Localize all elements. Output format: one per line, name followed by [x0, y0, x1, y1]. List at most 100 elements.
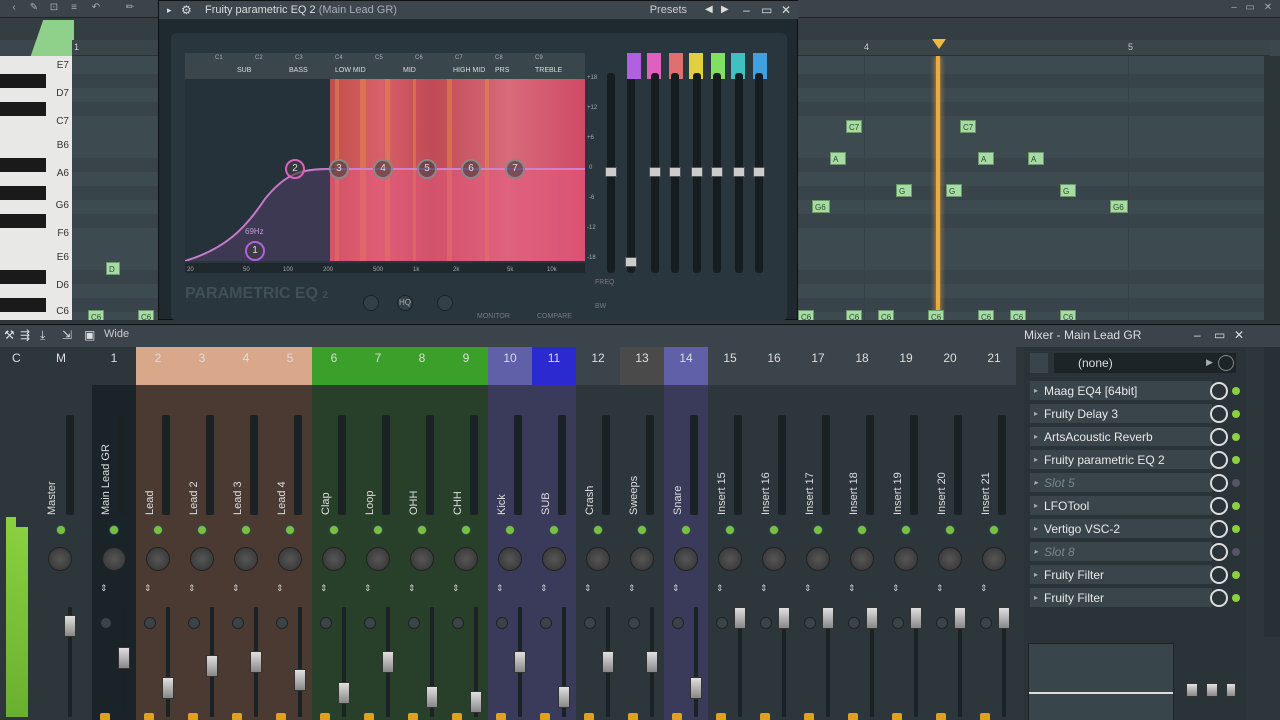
pan-knob[interactable]: [278, 547, 302, 571]
mix-knob[interactable]: [1210, 428, 1228, 446]
strip-header[interactable]: 2: [136, 347, 180, 385]
enable-led[interactable]: [549, 525, 559, 535]
pan-knob[interactable]: [718, 547, 742, 571]
small-knob[interactable]: [804, 617, 816, 629]
vertical-scrollbar[interactable]: [1264, 56, 1280, 320]
mixer-titlebar[interactable]: ⚒ ⇶ ⤓ ⇲ ▣ Wide Mixer - Main Lead GR – ▭ …: [0, 325, 1280, 347]
stereo-separation-icon[interactable]: ⇕: [672, 583, 680, 593]
strip-header[interactable]: 7: [356, 347, 400, 385]
route-button[interactable]: [364, 713, 374, 720]
black-key[interactable]: [0, 186, 46, 200]
stereo-separation-icon[interactable]: ⇕: [760, 583, 768, 593]
slot-enable-led[interactable]: [1232, 387, 1240, 395]
stereo-separation-icon[interactable]: ⇕: [320, 583, 328, 593]
enable-led[interactable]: [329, 525, 339, 535]
fx-mini-faders[interactable]: [1186, 643, 1236, 720]
mix-knob[interactable]: [1210, 497, 1228, 515]
expand-arrow-icon[interactable]: ▸: [1034, 381, 1038, 401]
enable-led[interactable]: [813, 525, 823, 535]
pan-knob[interactable]: [146, 547, 170, 571]
pan-knob[interactable]: [938, 547, 962, 571]
playhead-line[interactable]: [936, 56, 940, 320]
note[interactable]: A: [830, 152, 846, 165]
strip-header[interactable]: 20: [928, 347, 972, 385]
route-button[interactable]: [936, 713, 946, 720]
enable-led[interactable]: [505, 525, 515, 535]
strip-header[interactable]: 16: [752, 347, 796, 385]
expand-arrow-icon[interactable]: ▸: [1034, 404, 1038, 424]
volume-fader[interactable]: [382, 651, 394, 673]
stereo-separation-icon[interactable]: ⇕: [452, 583, 460, 593]
small-knob[interactable]: [276, 617, 288, 629]
strip-header[interactable]: 11: [532, 347, 576, 385]
slider-handle[interactable]: [753, 167, 765, 177]
stereo-separation-icon[interactable]: ⇕: [980, 583, 988, 593]
fx-slot[interactable]: ▸ ArtsAcoustic Reverb: [1030, 427, 1212, 447]
eq-node-5[interactable]: 5: [417, 159, 437, 179]
enable-led[interactable]: [461, 525, 471, 535]
master-fader[interactable]: [64, 615, 76, 637]
eq-node-4[interactable]: 4: [373, 159, 393, 179]
stereo-separation-icon[interactable]: ⇕: [100, 583, 108, 593]
stereo-separation-icon[interactable]: ⇕: [936, 583, 944, 593]
enable-led[interactable]: [901, 525, 911, 535]
eq-node-7[interactable]: 7: [505, 159, 525, 179]
pan-knob[interactable]: [630, 547, 654, 571]
volume-fader[interactable]: [998, 607, 1010, 629]
small-knob[interactable]: [408, 617, 420, 629]
note[interactable]: C6: [1010, 310, 1026, 320]
pan-knob[interactable]: [762, 547, 786, 571]
mix-knob[interactable]: [1210, 566, 1228, 584]
note[interactable]: C6: [978, 310, 994, 320]
maximize-icon[interactable]: ▭: [761, 2, 772, 18]
fx-slot[interactable]: ▸ Fruity parametric EQ 2: [1030, 450, 1212, 470]
mini-fader[interactable]: [1226, 683, 1236, 697]
route-button[interactable]: [584, 713, 594, 720]
fx-slot[interactable]: ▸ Vertigo VSC-2: [1030, 519, 1212, 539]
route-button[interactable]: [144, 713, 154, 720]
note[interactable]: C6: [1060, 310, 1076, 320]
note[interactable]: G: [1060, 184, 1076, 197]
slider-handle[interactable]: [669, 167, 681, 177]
route-button[interactable]: [276, 713, 286, 720]
volume-fader[interactable]: [690, 677, 702, 700]
slot-enable-led[interactable]: [1232, 479, 1240, 487]
route-button[interactable]: [980, 713, 990, 720]
note[interactable]: C6: [846, 310, 862, 320]
minimize-icon[interactable]: –: [1228, 2, 1240, 14]
pan-knob[interactable]: [190, 547, 214, 571]
stereo-separation-icon[interactable]: ⇕: [804, 583, 812, 593]
preset-arrow-icon[interactable]: ▶: [1206, 357, 1213, 368]
enable-led[interactable]: [197, 525, 207, 535]
pan-knob[interactable]: [806, 547, 830, 571]
strip-header[interactable]: 10: [488, 347, 532, 385]
fx-slot[interactable]: ▸ Slot 8: [1030, 542, 1212, 562]
eq-titlebar[interactable]: Fruity parametric EQ 2 (Main Lead GR): [159, 1, 799, 19]
small-knob[interactable]: [364, 617, 376, 629]
strip-header[interactable]: 19: [884, 347, 928, 385]
strip-header[interactable]: 5: [268, 347, 312, 385]
stereo-separation-icon[interactable]: ⇕: [408, 583, 416, 593]
note[interactable]: C6: [878, 310, 894, 320]
slider-handle[interactable]: [733, 167, 745, 177]
volume-fader[interactable]: [778, 607, 790, 629]
tools-icon[interactable]: ⚒: [4, 328, 15, 342]
small-knob[interactable]: [716, 617, 728, 629]
mixer-mode[interactable]: Wide: [104, 328, 129, 340]
download-icon[interactable]: ⤓: [40, 328, 45, 343]
enable-led[interactable]: [109, 525, 119, 535]
strip-header[interactable]: 12: [576, 347, 620, 385]
strip-header[interactable]: 3: [180, 347, 224, 385]
enable-led[interactable]: [153, 525, 163, 535]
volume-fader[interactable]: [206, 655, 218, 678]
presets-label[interactable]: Presets: [650, 1, 687, 19]
eq-node-3[interactable]: 3: [329, 159, 349, 179]
post-icon[interactable]: [1030, 353, 1048, 373]
stereo-separation-icon[interactable]: ⇕: [892, 583, 900, 593]
route-button[interactable]: [892, 713, 902, 720]
band-slider[interactable]: [711, 73, 723, 273]
black-key[interactable]: [0, 270, 46, 284]
menu-icon[interactable]: ≡: [68, 2, 80, 14]
small-knob[interactable]: [100, 617, 112, 629]
small-knob[interactable]: [628, 617, 640, 629]
